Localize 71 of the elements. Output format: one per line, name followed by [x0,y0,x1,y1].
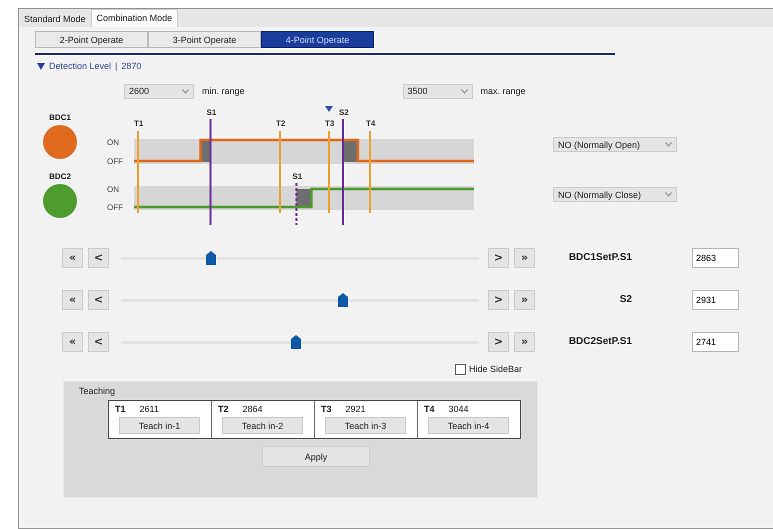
range-label: max. range [480,86,526,96]
range-label: min. range [202,86,245,96]
teach-button[interactable]: Teach in-1 [119,417,200,434]
section-label: Detection Level [49,61,112,71]
output-name: BDC2 [49,172,71,181]
jump-forward-button[interactable]: » [514,248,535,268]
apply-button[interactable]: Apply [262,446,370,467]
checkbox-label: Hide SideBar [469,364,522,374]
step-back-button[interactable]: < [88,290,109,310]
slider-thumb[interactable] [291,334,302,348]
point-name: T3 [321,404,332,414]
point-name: T2 [218,404,229,414]
detection-value: 2870 [121,61,142,71]
collapse-icon[interactable] [37,62,45,70]
setpoint-name: S2 [618,294,632,305]
operate-tab[interactable]: 2-Point Operate [35,31,148,48]
output-mode-dropdown[interactable]: NO (Normally Open) [553,137,677,152]
chevron-down-icon [460,88,468,94]
slider-thumb[interactable] [206,250,216,264]
setpoint-field[interactable]: 2931 [692,290,739,310]
on-label: ON [107,138,119,147]
chevron-down-icon [665,192,672,197]
output-name: BDC1 [49,113,71,122]
mode-tab[interactable]: Combination Mode [90,9,178,27]
step-forward-button[interactable]: > [488,290,509,310]
setpoint-label: S1 [292,172,302,181]
step-forward-button[interactable]: > [488,332,509,352]
step-forward-button[interactable]: > [488,248,509,268]
time-marker-label: T1 [134,119,144,128]
output-mode-dropdown[interactable]: NO (Normally Close) [553,187,677,202]
jump-back-button[interactable]: « [62,332,83,352]
checkbox[interactable] [455,364,466,374]
point-name: T1 [115,404,126,414]
chevron-down-icon [665,142,672,147]
setpoint-field[interactable]: 2863 [692,248,739,268]
setpoint-name: BDC2SetP.S1 [568,336,632,347]
point-value: 3044 [448,404,469,414]
range-dropdown[interactable]: 3500 [402,84,473,98]
level-pointer-icon [325,106,333,112]
point-value: 2921 [346,404,366,414]
time-marker-label: T4 [366,119,376,128]
jump-back-button[interactable]: « [62,248,83,268]
teach-button[interactable]: Teach in-3 [325,417,406,434]
point-value: 2611 [140,404,159,414]
point-value: 2864 [242,404,263,414]
off-label: OFF [107,203,123,212]
jump-forward-button[interactable]: » [514,290,535,310]
time-marker-label: T3 [325,119,334,128]
operate-tab[interactable]: 3-Point Operate [148,31,261,48]
jump-forward-button[interactable]: » [514,332,535,352]
range-dropdown[interactable]: 2600 [124,84,194,98]
separator: | [115,61,118,71]
teach-button[interactable]: Teach in-2 [222,417,303,434]
off-label: OFF [107,157,123,166]
step-back-button[interactable]: < [88,248,109,268]
mode-tab[interactable]: Standard Mode [19,11,91,27]
teach-button[interactable]: Teach in-4 [428,417,509,434]
point-name: T4 [424,404,435,414]
setpoint-name: BDC1SetP.S1 [568,252,632,263]
setpoint-field[interactable]: 2741 [692,332,739,352]
panel-title: Teaching [79,386,116,396]
on-label: ON [107,185,119,194]
operate-tab[interactable]: 4-Point Operate [261,31,374,48]
setpoint-line [295,183,298,225]
time-marker-label: T2 [276,119,286,128]
slider-thumb[interactable] [338,292,348,306]
setpoint-label: S2 [338,108,349,117]
step-back-button[interactable]: < [88,332,109,352]
jump-back-button[interactable]: « [62,290,83,310]
chevron-down-icon [182,88,189,94]
setpoint-label: S1 [206,108,216,117]
